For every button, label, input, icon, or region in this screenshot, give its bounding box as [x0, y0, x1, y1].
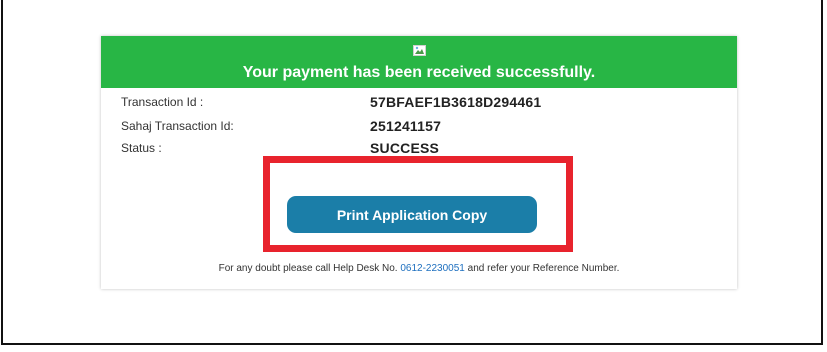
status-value: SUCCESS — [370, 140, 440, 156]
helpdesk-prefix: For any doubt please call Help Desk No. — [218, 263, 398, 274]
sahaj-transaction-id-value: 251241157 — [370, 118, 442, 134]
annotation-highlight-box — [263, 156, 573, 252]
broken-image-icon — [413, 45, 426, 56]
transaction-id-row: Transaction Id : 57BFAEF1B3618D294461 — [121, 94, 711, 112]
transaction-id-label: Transaction Id : — [121, 95, 204, 109]
status-label: Status : — [121, 141, 162, 155]
helpdesk-phone-link[interactable]: 0612-2230051 — [400, 263, 465, 274]
sahaj-transaction-id-row: Sahaj Transaction Id: 251241157 — [121, 118, 711, 136]
success-message: Your payment has been received successfu… — [242, 64, 596, 81]
success-banner: Your payment has been received successfu… — [101, 36, 737, 88]
sahaj-transaction-id-label: Sahaj Transaction Id: — [121, 119, 234, 133]
helpdesk-note: For any doubt please call Help Desk No. … — [101, 263, 737, 274]
helpdesk-suffix: and refer your Reference Number. — [467, 263, 620, 274]
transaction-id-value: 57BFAEF1B3618D294461 — [370, 94, 542, 110]
